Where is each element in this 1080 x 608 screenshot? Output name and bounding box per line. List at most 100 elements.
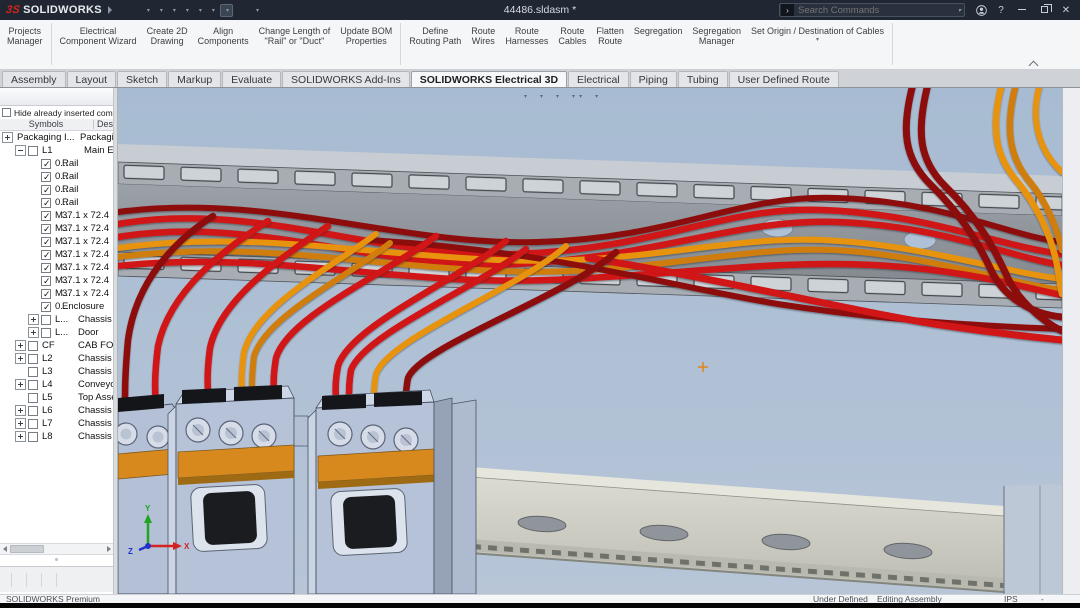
tree-expander-icon[interactable] [15, 353, 26, 364]
visibility-checkbox[interactable] [41, 237, 51, 247]
segregation-button[interactable]: Segregation [629, 20, 688, 37]
visibility-checkbox[interactable] [28, 380, 38, 390]
home-button[interactable] [134, 8, 140, 12]
tree-row[interactable]: L2Chassis [0, 352, 113, 365]
open-button[interactable]: ▾ [155, 5, 166, 16]
print-button[interactable]: ▾ [181, 5, 192, 16]
column-description[interactable]: Descr [97, 119, 114, 129]
tree-expander-icon[interactable] [15, 405, 26, 416]
visibility-checkbox[interactable] [28, 354, 38, 364]
save-button[interactable]: ▾ [168, 5, 179, 16]
tree-expander-icon[interactable] [15, 379, 26, 390]
change-length-button[interactable]: Change Length of"Rail" or "Duct" [254, 20, 336, 47]
tree-row[interactable]: L...Door [0, 326, 113, 339]
visibility-checkbox[interactable] [41, 263, 51, 273]
tab-tubing[interactable]: Tubing [678, 71, 728, 87]
tree-expander-icon[interactable] [15, 340, 26, 351]
visibility-checkbox[interactable] [41, 185, 51, 195]
help-button[interactable]: ? [994, 5, 1008, 16]
tree-row[interactable]: L7Chassis [0, 417, 113, 430]
tab-evaluate[interactable]: Evaluate [222, 71, 281, 87]
scroll-left-icon[interactable] [3, 546, 7, 552]
tree-row[interactable]: L...Chassis [0, 313, 113, 326]
search-collapse-icon[interactable]: › [781, 4, 794, 16]
tree-row[interactable]: M...37.1 x 72.4 [0, 261, 113, 274]
enclosure-panel[interactable] [1004, 484, 1062, 594]
assembly-3d-scene[interactable]: Y X Z [118, 88, 1062, 594]
tab-user-defined-route[interactable]: User Defined Route [729, 71, 839, 87]
tree-row[interactable]: M...37.1 x 72.4 [0, 287, 113, 300]
scroll-right-icon[interactable] [107, 546, 111, 552]
tree-row[interactable]: L1Main Elect [0, 144, 113, 157]
undo-button[interactable]: ▾ [194, 5, 205, 16]
tab-electrical[interactable]: Electrical [568, 71, 629, 87]
visibility-checkbox[interactable] [28, 146, 38, 156]
expand-menu-icon[interactable] [108, 6, 112, 14]
tab-markup[interactable]: Markup [168, 71, 221, 87]
tree-expander-icon[interactable] [15, 418, 26, 429]
tab-solidworks-add-ins[interactable]: SOLIDWORKS Add-Ins [282, 71, 410, 87]
restore-button[interactable] [1036, 5, 1052, 16]
tree-row[interactable]: L6Chassis [0, 404, 113, 417]
hide-inserted-checkbox[interactable] [2, 108, 11, 117]
visibility-checkbox[interactable] [41, 328, 51, 338]
breaker-switch[interactable] [203, 491, 258, 546]
create-2d-drawing-button[interactable]: Create 2DDrawing [142, 20, 193, 47]
visibility-checkbox[interactable] [28, 419, 38, 429]
tab-layout[interactable]: Layout [67, 71, 117, 87]
hide-show-eye-button[interactable]: ▾ [555, 93, 559, 100]
task-list-button[interactable] [243, 8, 249, 12]
visibility-checkbox[interactable] [41, 315, 51, 325]
tree-expander-icon[interactable] [15, 145, 26, 156]
visibility-checkbox[interactable] [28, 406, 38, 416]
tree-row[interactable]: L5Top Assem [0, 391, 113, 404]
tree-row[interactable]: M...37.1 x 72.4 [0, 209, 113, 222]
view-settings-button[interactable]: ▾ [594, 93, 598, 100]
define-routing-path-button[interactable]: DefineRouting Path [404, 20, 466, 47]
tree-row[interactable]: M...37.1 x 72.4 [0, 248, 113, 261]
visibility-checkbox[interactable] [28, 393, 38, 403]
set-origin-button[interactable]: Set Origin / Destination of Cables▾ [746, 20, 889, 44]
tree-row[interactable]: L8Chassis [0, 430, 113, 443]
view-orientation-button[interactable]: ▾ [523, 93, 527, 100]
segregation-manager-button[interactable]: SegregationManager [687, 20, 746, 47]
column-symbols[interactable]: Symbols [0, 119, 92, 129]
route-harnesses-button[interactable]: RouteHarnesses [500, 20, 553, 47]
user-account-icon[interactable] [975, 4, 988, 17]
tree-row[interactable]: 0...Enclosure [0, 300, 113, 313]
close-button[interactable]: ✕ [1058, 5, 1074, 16]
edit-appearance-button[interactable]: ▾ [571, 93, 575, 100]
visibility-checkbox[interactable] [41, 224, 51, 234]
tree-expander-icon[interactable] [15, 431, 26, 442]
tree-row[interactable]: 0...Rail [0, 157, 113, 170]
solidworks-logo[interactable]: 3S SOLIDWORKS [6, 4, 112, 16]
panel-resize-handle[interactable] [55, 558, 58, 561]
search-commands-box[interactable]: › ▾ [779, 3, 965, 17]
tab-piping[interactable]: Piping [630, 71, 677, 87]
tree-row[interactable]: Packaging I...Packaging [0, 131, 113, 144]
horizontal-scrollbar[interactable] [0, 543, 114, 555]
traffic-light-button[interactable] [235, 8, 241, 12]
tree-row[interactable]: M...37.1 x 72.4 [0, 222, 113, 235]
projects-manager-button[interactable]: ProjectsManager [2, 20, 48, 47]
new-document-button[interactable]: ▾ [142, 5, 153, 16]
options-gear-button[interactable]: ▾ [251, 5, 262, 16]
tree-expander-icon[interactable] [2, 132, 13, 143]
tree-row[interactable]: M...37.1 x 72.4 [0, 274, 113, 287]
tree-row[interactable]: CFCAB FOAM [0, 339, 113, 352]
route-wires-button[interactable]: RouteWires [466, 20, 500, 47]
tree-expander-icon[interactable] [28, 314, 39, 325]
visibility-checkbox[interactable] [28, 367, 38, 377]
tree-row[interactable]: 0...Rail [0, 183, 113, 196]
tree-expander-icon[interactable] [28, 327, 39, 338]
tree-row[interactable]: 0...Rail [0, 170, 113, 183]
tab-assembly[interactable]: Assembly [2, 71, 66, 87]
route-cables-button[interactable]: RouteCables [553, 20, 591, 47]
flatten-route-button[interactable]: FlattenRoute [591, 20, 629, 47]
update-bom-button[interactable]: Update BOMProperties [335, 20, 397, 47]
tree-row[interactable]: L3Chassis [0, 365, 113, 378]
component-wizard-button[interactable]: ElectricalComponent Wizard [55, 20, 142, 47]
visibility-checkbox[interactable] [41, 172, 51, 182]
tree-row[interactable]: M...37.1 x 72.4 [0, 235, 113, 248]
align-components-button[interactable]: AlignComponents [193, 20, 254, 47]
